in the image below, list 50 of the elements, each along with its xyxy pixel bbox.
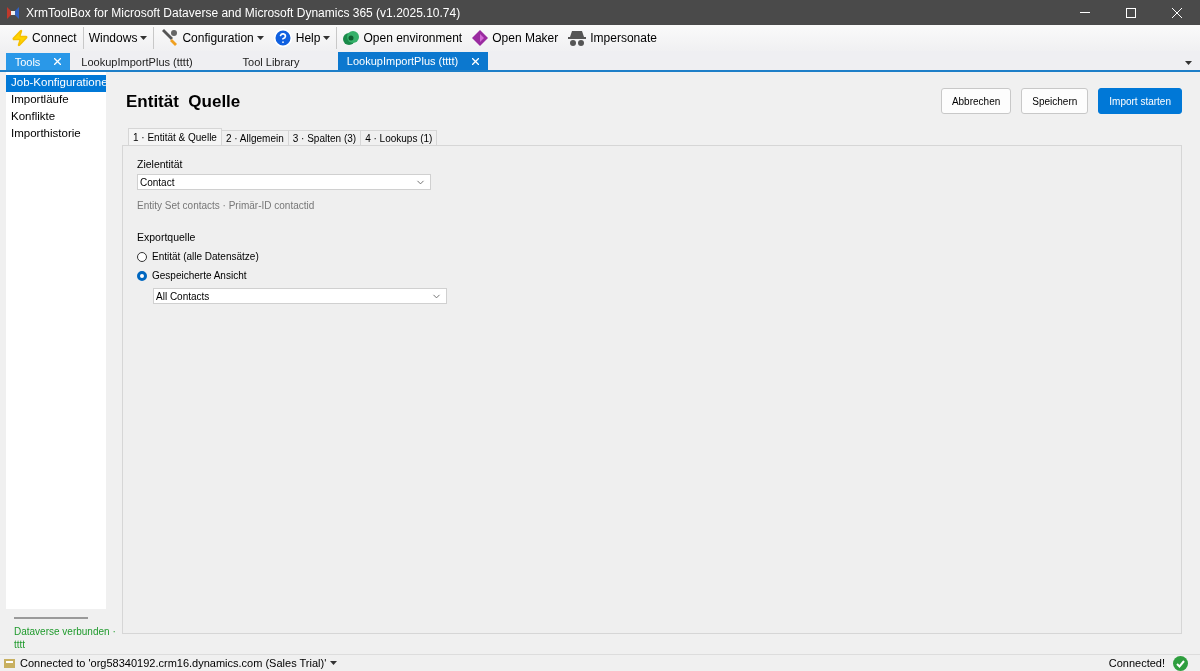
- plug-icon: [3, 657, 16, 669]
- connection-status: Dataverse verbunden · tttt: [13, 625, 117, 652]
- spy-icon: [567, 29, 588, 47]
- app-logo-icon: [6, 5, 20, 20]
- field-label: Exportquelle: [137, 231, 197, 243]
- navigation-item[interactable]: Importläufe: [6, 92, 106, 109]
- diamond-icon: [471, 29, 490, 47]
- caret-icon: [323, 36, 331, 40]
- caret-icon: [256, 36, 264, 40]
- document-tab[interactable]: LookupImportPlus (tttt): [338, 52, 488, 70]
- minimize-icon: [1080, 11, 1090, 14]
- toolbar-button[interactable]: Open environment: [339, 27, 467, 49]
- close-icon: [1172, 7, 1182, 18]
- toolbar-button[interactable]: Connect: [8, 27, 84, 49]
- toolbar-button[interactable]: Help: [269, 27, 338, 49]
- action-button[interactable]: Import starten: [1098, 88, 1182, 114]
- maximize-icon: [1126, 7, 1136, 18]
- status-message: Connected!: [1108, 657, 1165, 669]
- close-icon[interactable]: [472, 57, 480, 65]
- tab[interactable]: 3 · Spalten (3): [287, 130, 362, 145]
- toolbar-button[interactable]: Configuration: [156, 27, 268, 49]
- field-label: Zielentität: [137, 158, 184, 170]
- toolbar-button[interactable]: Impersonate: [564, 27, 661, 49]
- tab[interactable]: 2 · Allgemein: [220, 130, 289, 145]
- check-icon: [1173, 655, 1188, 671]
- navigation-item[interactable]: Importhistorie: [6, 126, 106, 143]
- action-button[interactable]: Speichern: [1021, 88, 1089, 114]
- close-icon[interactable]: [54, 58, 62, 65]
- radio-option[interactable]: Gespeicherte Ansicht: [137, 266, 1167, 285]
- caret-icon: [140, 36, 148, 40]
- entity-info: Entity Set contacts · Primär-ID contactid: [137, 200, 316, 211]
- entity-dropdown[interactable]: Contact: [137, 174, 431, 190]
- toolbar-button[interactable]: Windows: [85, 27, 155, 49]
- status-text: Connected to 'org58340192.crm16.dynamics.com (Sales Trial)': [20, 657, 327, 669]
- radio-option[interactable]: Entität (alle Datensätze): [137, 247, 1167, 266]
- document-tab[interactable]: LookupImportPlus (tttt): [70, 53, 204, 70]
- page-heading: Entität Quelle: [126, 92, 241, 112]
- view-dropdown[interactable]: All Contacts: [153, 288, 447, 304]
- lightning-icon: [11, 29, 29, 47]
- tab[interactable]: 4 · Lookups (1): [360, 130, 438, 145]
- toolbar-button[interactable]: Open Maker: [468, 27, 563, 49]
- navigation-item[interactable]: Konflikte: [6, 109, 106, 126]
- caret-icon: [330, 661, 338, 665]
- window-title: XrmToolBox for Microsoft Dataverse and Microsoft Dynamics 365 (v1.2025.10.74): [26, 5, 462, 20]
- action-button[interactable]: Abbrechen: [940, 88, 1012, 114]
- help-icon: [272, 28, 293, 48]
- caret-icon: [1185, 61, 1192, 65]
- dataverse-icon: [342, 29, 361, 47]
- document-tab[interactable]: Tool Library: [204, 53, 338, 70]
- tab[interactable]: 1 · Entität & Quelle: [128, 128, 222, 145]
